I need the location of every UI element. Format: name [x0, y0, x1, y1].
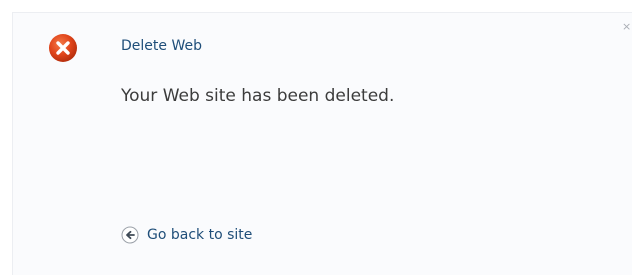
error-icon — [49, 34, 77, 62]
status-message: Your Web site has been deleted. — [121, 86, 395, 106]
back-arrow-icon — [121, 226, 139, 244]
go-back-label: Go back to site — [147, 227, 253, 243]
go-back-link[interactable]: Go back to site — [121, 225, 252, 245]
dialog-title: Delete Web — [121, 38, 202, 54]
dialog-panel — [12, 12, 632, 275]
close-icon[interactable]: × — [622, 21, 631, 32]
